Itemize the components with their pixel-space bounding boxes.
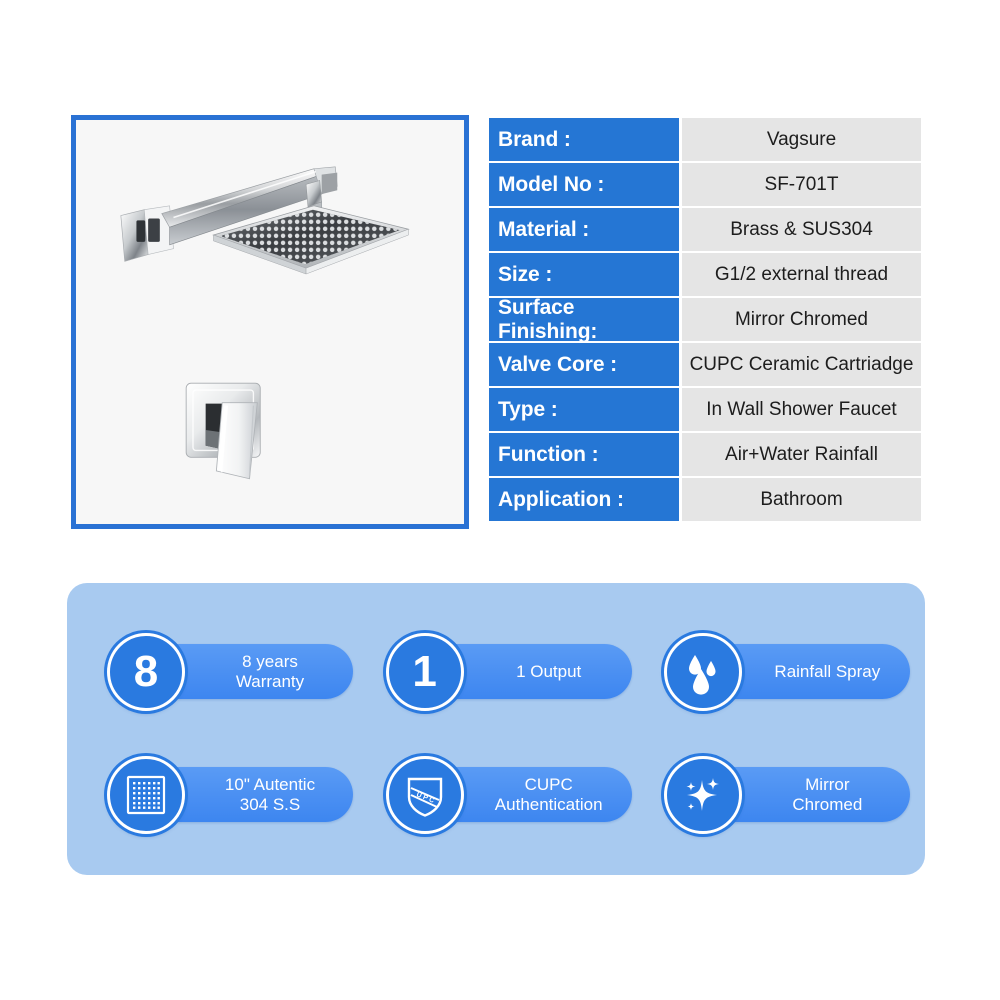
- table-row: Size : G1/2 external thread: [489, 253, 921, 296]
- badge-row: 8 years Warranty 8 1 Output 1 Rainfall S…: [67, 633, 925, 713]
- badge-row: 10" Autentic 304 S.S CUPC Authentication…: [67, 756, 925, 836]
- feature-badge-rainfall-spray: Rainfall Spray: [664, 633, 925, 713]
- spec-value: CUPC Ceramic Cartriadge: [682, 343, 921, 386]
- shower-head-grid-icon: [126, 775, 166, 815]
- spec-label: Model No :: [489, 163, 679, 206]
- spec-value: Air+Water Rainfall: [682, 433, 921, 476]
- badge-label: Mirror Chromed: [792, 774, 863, 814]
- svg-text:U P C: U P C: [415, 791, 435, 804]
- spec-value: Brass & SUS304: [682, 208, 921, 251]
- feature-badge-warranty: 8 years Warranty 8: [107, 633, 368, 713]
- spec-value: Bathroom: [682, 478, 921, 521]
- mixer-valve-handle: [185, 382, 261, 480]
- feature-badge-shower-head-size: 10" Autentic 304 S.S: [107, 756, 368, 836]
- spec-value: Mirror Chromed: [682, 298, 921, 341]
- spec-label: Valve Core :: [489, 343, 679, 386]
- product-image-panel: [71, 115, 469, 529]
- feature-badge-output: 1 Output 1: [385, 633, 647, 713]
- product-illustration: [120, 166, 410, 480]
- spec-label: Type :: [489, 388, 679, 431]
- badge-icon-holder: [664, 633, 743, 711]
- spec-label: Function :: [489, 433, 679, 476]
- spec-value: In Wall Shower Faucet: [682, 388, 921, 431]
- badge-icon-holder: [107, 756, 185, 834]
- table-row: Material : Brass & SUS304: [489, 208, 921, 251]
- sparkle-shine-icon: [686, 778, 720, 811]
- specification-table: Brand : Vagsure Model No : SF-701T Mater…: [489, 118, 921, 523]
- badge-label: Rainfall Spray: [774, 661, 881, 681]
- spec-value: Vagsure: [682, 118, 921, 161]
- table-row: Model No : SF-701T: [489, 163, 921, 206]
- spec-label: Material :: [489, 208, 679, 251]
- upc-shield-icon: U P C: [407, 777, 442, 817]
- badge-numeral: 8: [133, 647, 159, 696]
- badge-label: CUPC Authentication: [494, 774, 603, 814]
- table-row: Function : Air+Water Rainfall: [489, 433, 921, 476]
- table-row: Valve Core : CUPC Ceramic Cartriadge: [489, 343, 921, 386]
- feature-badge-mirror-chromed: Mirror Chromed: [664, 756, 925, 836]
- badge-label: 8 years Warranty: [235, 651, 305, 691]
- spec-label: Size :: [489, 253, 679, 296]
- spec-value: G1/2 external thread: [682, 253, 921, 296]
- table-row: Brand : Vagsure: [489, 118, 921, 161]
- badge-label: 10" Autentic 304 S.S: [224, 774, 316, 814]
- table-row: Type : In Wall Shower Faucet: [489, 388, 921, 431]
- table-row: Surface Finishing: Mirror Chromed: [489, 296, 921, 343]
- badge-numeral: 1: [412, 647, 437, 696]
- feature-highlights-panel: 8 years Warranty 8 1 Output 1 Rainfall S…: [67, 583, 925, 875]
- numeral-8-icon: 8: [107, 633, 185, 711]
- water-droplets-icon: [689, 655, 716, 695]
- spec-value: SF-701T: [682, 163, 921, 206]
- badge-icon-holder: U P C: [385, 756, 464, 834]
- spec-label: Surface Finishing:: [489, 296, 679, 343]
- spec-label: Application :: [489, 478, 679, 521]
- badge-icon-holder: [664, 756, 743, 834]
- feature-badge-cupc-authentication: CUPC Authentication U P C: [385, 756, 647, 836]
- spec-label: Brand :: [489, 118, 679, 161]
- table-row: Application : Bathroom: [489, 478, 921, 521]
- badge-label: 1 Output: [516, 661, 582, 681]
- numeral-1-icon: 1: [385, 633, 464, 711]
